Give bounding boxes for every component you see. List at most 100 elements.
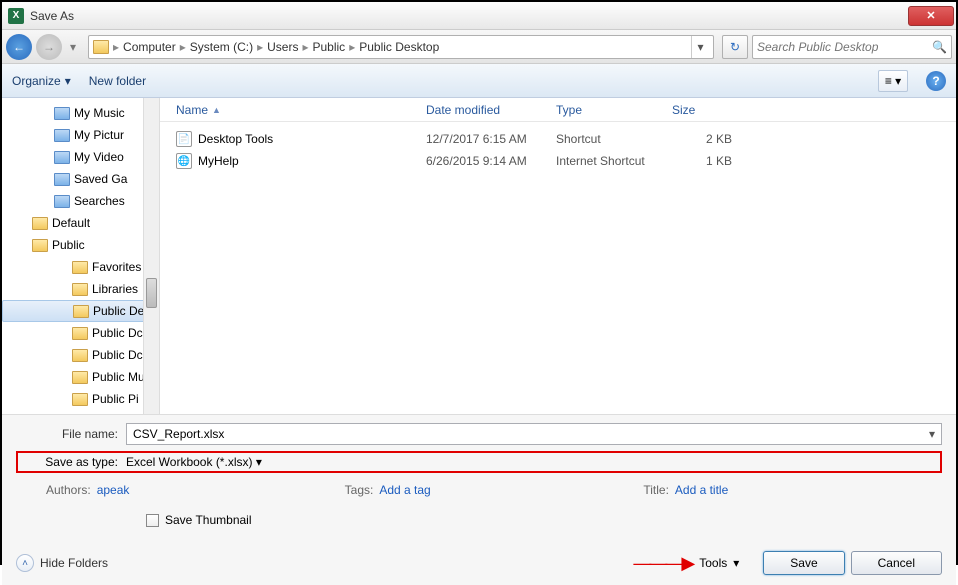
- tree-item-label: Libraries: [92, 282, 138, 296]
- bottom-panel: File name: CSV_Report.xlsx ▾ Save as typ…: [2, 414, 956, 585]
- folder-icon: [72, 393, 88, 406]
- file-date: 6/26/2015 9:14 AM: [426, 154, 556, 168]
- save-as-dialog: X Save As ✕ ← → ▾ ▸ Computer▸ System (C:…: [0, 0, 958, 565]
- excel-icon: X: [8, 8, 24, 24]
- column-headers: Name▲ Date modified Type Size: [160, 98, 956, 122]
- crumb-public-desktop[interactable]: Public Desktop: [359, 40, 439, 54]
- new-folder-button[interactable]: New folder: [89, 74, 146, 88]
- folder-icon: [72, 349, 88, 362]
- file-icon: 🌐: [176, 153, 192, 169]
- tree-item-label: Public De: [93, 304, 144, 318]
- hide-folders-button[interactable]: ˄ Hide Folders: [16, 554, 108, 572]
- tree-item[interactable]: Public De: [2, 300, 159, 322]
- authors-label: Authors:: [46, 483, 91, 497]
- folder-icon: [72, 261, 88, 274]
- tree-item-label: Favorites: [92, 260, 141, 274]
- folder-icon: [54, 151, 70, 164]
- file-row[interactable]: 🌐MyHelp6/26/2015 9:14 AMInternet Shortcu…: [176, 150, 956, 172]
- file-row[interactable]: 📄Desktop Tools12/7/2017 6:15 AMShortcut2…: [176, 128, 956, 150]
- tree-item-label: Public: [52, 238, 85, 252]
- tree-item[interactable]: My Music: [2, 102, 159, 124]
- organize-button[interactable]: Organize ▾: [12, 74, 71, 88]
- filename-label: File name:: [16, 427, 126, 441]
- close-button[interactable]: ✕: [908, 6, 954, 26]
- crumb-system[interactable]: System (C:): [190, 40, 253, 54]
- tree-item[interactable]: Default: [2, 212, 159, 234]
- annotation-arrow: ———▶: [633, 553, 693, 574]
- help-button[interactable]: ?: [926, 71, 946, 91]
- tree-item[interactable]: Libraries: [2, 278, 159, 300]
- savetype-field[interactable]: Excel Workbook (*.xlsx) ▾: [126, 455, 262, 469]
- folder-tree[interactable]: My Music My Pictur My Video Saved Ga Searche…: [2, 98, 160, 414]
- tree-item-label: Default: [52, 216, 90, 230]
- file-size: 2 KB: [672, 132, 752, 146]
- filename-value[interactable]: CSV_Report.xlsx: [133, 427, 224, 441]
- folder-icon: [54, 173, 70, 186]
- file-type: Shortcut: [556, 132, 672, 146]
- tree-item-label: Public Dc: [92, 348, 143, 362]
- tags-value[interactable]: Add a tag: [379, 483, 430, 497]
- file-name: MyHelp: [198, 154, 239, 168]
- tree-item-label: Searches: [74, 194, 125, 208]
- tree-item[interactable]: Public Dc: [2, 322, 159, 344]
- folder-icon: [54, 129, 70, 142]
- search-input[interactable]: [757, 40, 932, 54]
- title-value[interactable]: Add a title: [675, 483, 728, 497]
- tools-dropdown[interactable]: Tools▾: [699, 556, 739, 570]
- crumb-computer[interactable]: Computer: [123, 40, 176, 54]
- file-list: Name▲ Date modified Type Size 📄Desktop T…: [160, 98, 956, 414]
- tree-item[interactable]: Searches: [2, 190, 159, 212]
- folder-icon: [93, 40, 109, 54]
- back-button[interactable]: ←: [6, 34, 32, 60]
- tree-item-label: Public Mu: [92, 370, 145, 384]
- col-size[interactable]: Size: [672, 103, 752, 117]
- tree-item[interactable]: Public Mu: [2, 366, 159, 388]
- col-date[interactable]: Date modified: [426, 103, 556, 117]
- history-dropdown[interactable]: ▾: [66, 34, 80, 60]
- tree-item-label: Public Dc: [92, 326, 143, 340]
- tree-item[interactable]: My Pictur: [2, 124, 159, 146]
- savetype-value[interactable]: Excel Workbook (*.xlsx): [126, 455, 252, 469]
- folder-icon: [72, 283, 88, 296]
- folder-icon: [72, 327, 88, 340]
- tree-item-label: My Video: [74, 150, 124, 164]
- tree-scrollbar[interactable]: [143, 98, 159, 414]
- tree-item[interactable]: Public: [2, 234, 159, 256]
- nav-bar: ← → ▾ ▸ Computer▸ System (C:)▸ Users▸ Pu…: [2, 30, 956, 64]
- view-options-button[interactable]: ≡ ▾: [878, 70, 908, 92]
- breadcrumb-dropdown[interactable]: ▾: [691, 36, 709, 58]
- save-thumbnail-checkbox[interactable]: [146, 514, 159, 527]
- cancel-button[interactable]: Cancel: [851, 551, 942, 575]
- tree-item-label: Public Pi: [92, 392, 139, 406]
- chevron-up-icon: ˄: [16, 554, 34, 572]
- tree-item[interactable]: Favorites: [2, 256, 159, 278]
- savetype-dropdown[interactable]: ▾: [256, 455, 262, 469]
- forward-button[interactable]: →: [36, 34, 62, 60]
- folder-icon: [54, 107, 70, 120]
- window-title: Save As: [30, 9, 908, 23]
- file-date: 12/7/2017 6:15 AM: [426, 132, 556, 146]
- tree-item-label: My Pictur: [74, 128, 124, 142]
- filename-field[interactable]: CSV_Report.xlsx ▾: [126, 423, 942, 445]
- tree-item[interactable]: Public Dc: [2, 344, 159, 366]
- file-icon: 📄: [176, 131, 192, 147]
- authors-value[interactable]: apeak: [97, 483, 130, 497]
- tree-item-label: My Music: [74, 106, 125, 120]
- crumb-users[interactable]: Users: [267, 40, 298, 54]
- col-type[interactable]: Type: [556, 103, 672, 117]
- tree-item[interactable]: My Video: [2, 146, 159, 168]
- tree-item[interactable]: Public Pi: [2, 388, 159, 410]
- breadcrumb[interactable]: ▸ Computer▸ System (C:)▸ Users▸ Public▸ …: [88, 35, 714, 59]
- save-button[interactable]: Save: [763, 551, 844, 575]
- save-thumbnail-label[interactable]: Save Thumbnail: [165, 513, 252, 527]
- title-label: Title:: [643, 483, 669, 497]
- savetype-label: Save as type:: [20, 455, 126, 469]
- filename-dropdown[interactable]: ▾: [929, 427, 935, 441]
- col-name[interactable]: Name▲: [176, 103, 426, 117]
- refresh-button[interactable]: ↻: [722, 35, 748, 59]
- crumb-public[interactable]: Public: [313, 40, 346, 54]
- folder-icon: [54, 195, 70, 208]
- tree-item-label: Saved Ga: [74, 172, 127, 186]
- tree-item[interactable]: Saved Ga: [2, 168, 159, 190]
- search-box[interactable]: 🔍: [752, 35, 952, 59]
